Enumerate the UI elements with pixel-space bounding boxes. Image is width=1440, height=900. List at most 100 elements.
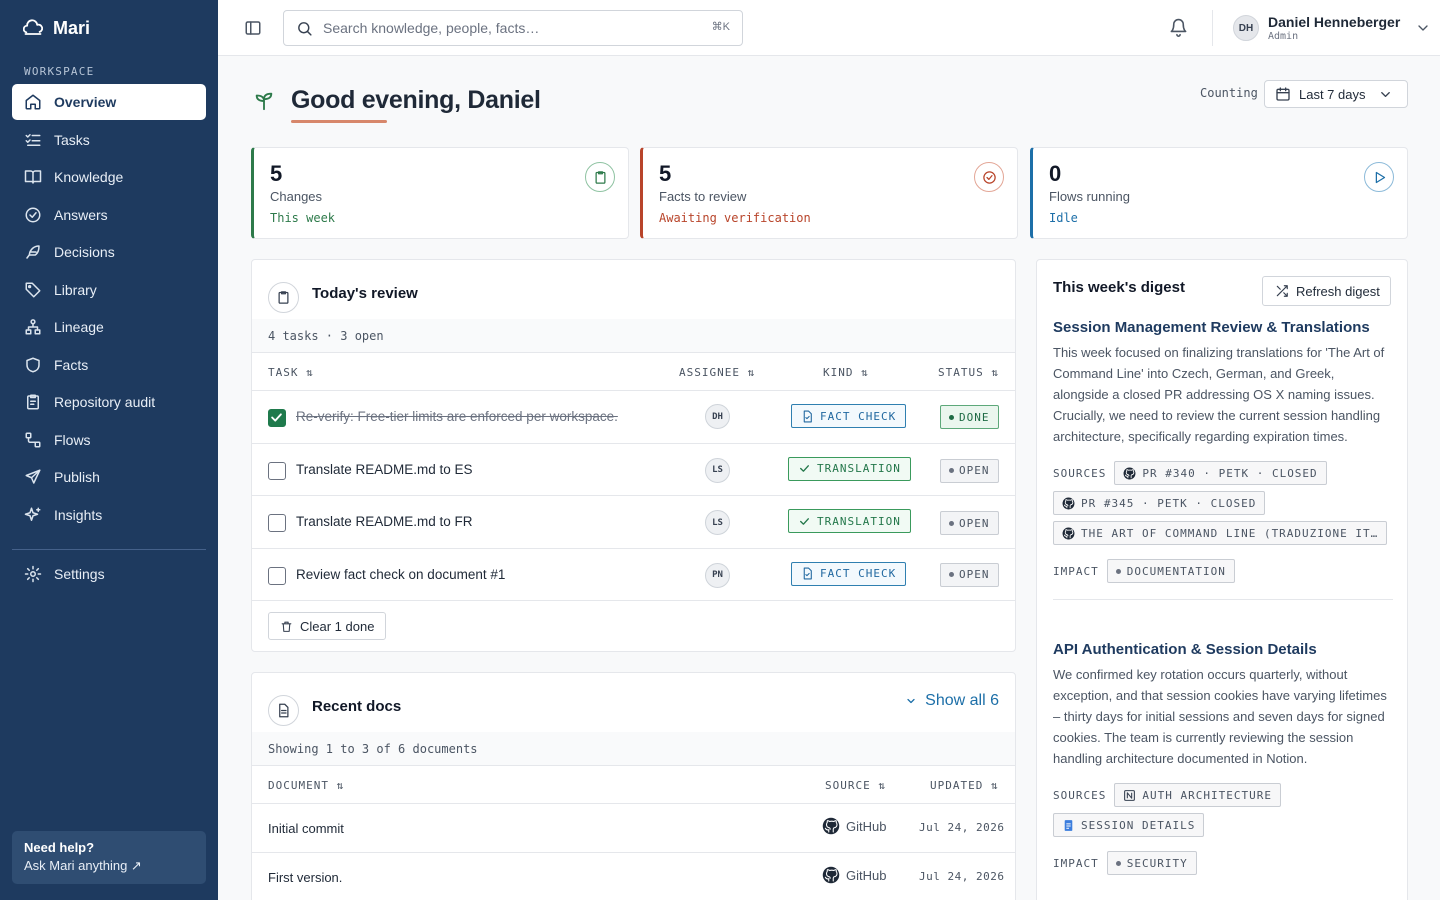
date-range-select[interactable]: Last 7 days [1264, 80, 1408, 108]
table-row[interactable]: First version. GitHub Jul 24, 2026 [252, 853, 1015, 900]
sidebar-toggle-icon[interactable] [244, 19, 262, 37]
sidebar-item-facts[interactable]: Facts [12, 346, 206, 384]
sidebar-item-label: Lineage [54, 319, 104, 336]
column-header-document[interactable]: DOCUMENT ⇅ [268, 779, 344, 792]
sidebar-item-repository-audit[interactable]: Repository audit [12, 384, 206, 422]
help-card[interactable]: Need help? Ask Mari anything ↗ [12, 831, 206, 884]
stat-label: Flows running [1049, 189, 1130, 204]
sidebar-item-label: Overview [54, 94, 117, 110]
stat-card-changes[interactable]: 5 Changes This week [251, 147, 629, 239]
doc-source: GitHub [822, 817, 886, 835]
sidebar-item-label: Knowledge [54, 169, 124, 186]
clear-done-button[interactable]: Clear 1 done [268, 612, 387, 640]
stat-label: Changes [270, 189, 323, 204]
sidebar-item-insights[interactable]: Insights [12, 496, 206, 534]
page-title: Good evening, Daniel [291, 86, 541, 114]
show-all-button[interactable]: Show all 6 [905, 692, 999, 710]
table-row[interactable]: Translate README.md to ES LS TRANSLATION… [252, 444, 1015, 496]
digest-section-body: We confirmed key rotation occurs quarter… [1053, 667, 1387, 766]
recent-docs-card: Recent docs Show all 6 Showing 1 to 3 of… [251, 672, 1016, 900]
search-input[interactable] [323, 20, 693, 36]
clipboard-icon [268, 282, 299, 313]
title-underline [291, 120, 387, 123]
status-badge: OPEN [940, 562, 999, 587]
sidebar-divider [12, 549, 206, 550]
table-row[interactable]: Review fact check on document #1 PN FACT… [252, 549, 1015, 601]
source-chip[interactable]: PR #345 · PETK · CLOSED [1053, 491, 1266, 515]
task-checkbox[interactable] [268, 461, 286, 480]
file-check-icon [801, 410, 814, 423]
sidebar-item-settings[interactable]: Settings [12, 555, 206, 593]
table-row[interactable]: Re-verify: Free-tier limits are enforced… [252, 391, 1015, 444]
source-chip[interactable]: AUTH ARCHITECTURE [1114, 783, 1281, 807]
sidebar-item-flows[interactable]: Flows [12, 421, 206, 459]
sidebar-item-library[interactable]: Library [12, 271, 206, 309]
stat-card-flows[interactable]: 0 Flows running Idle [1030, 147, 1408, 239]
hierarchy-icon [24, 318, 42, 336]
task-checkbox[interactable] [268, 409, 286, 427]
bell-icon[interactable] [1169, 18, 1188, 37]
weekly-digest-card: This week's digest Refresh digest Sessio… [1036, 259, 1408, 900]
sidebar-item-label: Tasks [54, 131, 90, 148]
digest-impact: IMPACT SECURITY [1053, 851, 1393, 875]
sidebar-item-label: Flows [54, 431, 91, 448]
refresh-digest-button[interactable]: Refresh digest [1262, 276, 1391, 306]
impact-label: IMPACT [1053, 856, 1099, 870]
source-chip[interactable]: PR #340 · PETK · CLOSED [1114, 461, 1327, 485]
source-chip[interactable]: THE ART OF COMMAND LINE (TRADUZIONE ITAL… [1053, 521, 1387, 545]
stat-value: 5 [270, 161, 283, 186]
column-header-kind[interactable]: KIND ⇅ [823, 366, 869, 379]
task-text: Translate README.md to ES [296, 461, 473, 477]
help-link[interactable]: Ask Mari anything ↗ [24, 858, 194, 874]
column-header-updated[interactable]: UPDATED ⇅ [930, 779, 999, 792]
digest-section: API Authentication & Session Details We … [1053, 641, 1393, 875]
table-row[interactable]: Translate README.md to FR LS TRANSLATION… [252, 496, 1015, 549]
digest-section: Session Management Review & Translations… [1053, 319, 1393, 600]
task-text: Translate README.md to FR [296, 514, 473, 529]
check-circle-icon [974, 162, 1004, 192]
sidebar-item-knowledge[interactable]: Knowledge [12, 159, 206, 197]
source-chip[interactable]: SESSION DETAILS [1053, 813, 1205, 837]
column-header-assignee[interactable]: ASSIGNEE ⇅ [679, 366, 755, 379]
sources-label: SOURCES [1053, 466, 1107, 480]
digest-section-body: This week focused on finalizing translat… [1053, 345, 1385, 444]
column-header-task[interactable]: TASK ⇅ [268, 366, 314, 379]
sidebar-item-lineage[interactable]: Lineage [12, 309, 206, 347]
search-icon [296, 20, 313, 37]
sidebar-item-overview[interactable]: Overview [12, 84, 206, 120]
sidebar-item-decisions[interactable]: Decisions [12, 234, 206, 272]
column-header-status[interactable]: STATUS ⇅ [938, 366, 999, 379]
shuffle-icon [1275, 284, 1289, 298]
impact-chip: DOCUMENTATION [1106, 559, 1235, 583]
stat-card-facts[interactable]: 5 Facts to review Awaiting verification [640, 147, 1018, 239]
search-box[interactable]: ⌘K [283, 10, 743, 46]
task-checkbox[interactable] [268, 566, 286, 585]
brand[interactable]: Mari [23, 18, 90, 39]
doc-name: First version. [268, 870, 343, 885]
sparkle-icon [24, 506, 42, 524]
chevron-down-icon [905, 695, 917, 707]
stat-sub: Idle [1049, 211, 1078, 225]
user-menu[interactable]: DH Daniel Henneberger Admin [1233, 14, 1431, 42]
github-icon [822, 817, 840, 835]
feather-icon [24, 243, 42, 261]
review-meta: 4 tasks · 3 open [252, 319, 1015, 353]
table-row[interactable]: Initial commit GitHub Jul 24, 2026 [252, 804, 1015, 853]
sidebar-item-label: Publish [54, 469, 100, 486]
divider [1053, 599, 1393, 600]
kind-badge: TRANSLATION [788, 509, 911, 533]
sidebar-item-label: Insights [54, 506, 103, 523]
column-header-source[interactable]: SOURCE ⇅ [825, 779, 886, 792]
sidebar-item-publish[interactable]: Publish [12, 459, 206, 497]
brand-name: Mari [53, 18, 91, 38]
stat-value: 5 [659, 161, 672, 186]
shield-icon [24, 356, 42, 374]
table-header: TASK ⇅ ASSIGNEE ⇅ KIND ⇅ STATUS ⇅ [252, 353, 1015, 391]
clipboard-icon [585, 162, 615, 192]
sidebar-item-label: Answers [54, 206, 108, 223]
sidebar-item-tasks[interactable]: Tasks [12, 121, 206, 159]
task-checkbox[interactable] [268, 514, 286, 532]
sidebar-item-answers[interactable]: Answers [12, 196, 206, 234]
sprout-icon [253, 90, 275, 112]
assignee-avatar: LS [705, 457, 730, 483]
